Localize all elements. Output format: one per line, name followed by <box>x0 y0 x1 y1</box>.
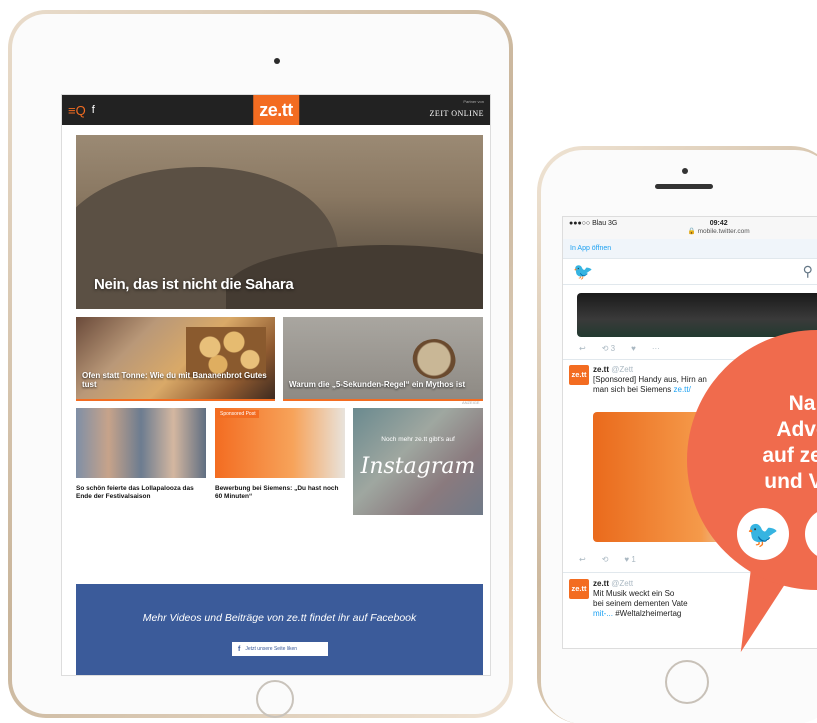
article-title-lollapalooza[interactable]: So schön feierte das Lollapalooza das En… <box>76 485 208 502</box>
like-icon[interactable]: ♥ <box>631 344 636 353</box>
tweet-text: Mit Musik weckt ein So <box>593 589 675 598</box>
tweet-actions: ↩ ⟲ 3 ♥ ··· <box>579 344 660 353</box>
ipad-home-button <box>256 680 294 718</box>
hero-article[interactable]: Nein, das ist nicht die Sahara <box>76 135 483 309</box>
tweet-media-image[interactable] <box>577 293 817 337</box>
status-bar: ●●●○○ Blau 3G 09:42 🔒 mobile.twitter.com <box>563 217 817 239</box>
promo-stage: ≡Q f ze.tt Partner von ZEIT ONLINE Nein,… <box>0 0 817 723</box>
article-card-bananenbrot[interactable]: Ofen statt Tonne: Wie du mit Bananenbrot… <box>76 317 275 401</box>
partner-small: Partner von <box>463 99 484 104</box>
instagram-logo: Instagram <box>360 454 476 479</box>
bubble-line: Na <box>788 392 816 415</box>
article-image <box>408 334 460 384</box>
article-image-lollapalooza[interactable] <box>76 408 206 478</box>
ipad-bezel: ≡Q f ze.tt Partner von ZEIT ONLINE Nein,… <box>12 14 509 718</box>
more-icon[interactable]: ··· <box>652 344 660 353</box>
tweet-text-2: bei seinem dementen Vate <box>593 599 688 608</box>
other-icon <box>805 508 817 560</box>
site-header: ≡Q f ze.tt Partner von ZEIT ONLINE <box>62 95 490 125</box>
article-card-5-sekunden[interactable]: Warum die „5-Sekunden-Regel“ ein Mythos … <box>283 317 483 401</box>
hero-title: Nein, das ist nicht die Sahara <box>94 276 294 293</box>
sponsored-badge: Sponsored Post <box>217 410 259 418</box>
menu-search-icon[interactable]: ≡Q <box>68 103 86 118</box>
twitter-header: 🐦 ⚲ ≡ <box>563 259 817 285</box>
instagram-promo-text: Noch mehr ze.tt gibt's auf <box>381 436 455 443</box>
ipad-camera <box>274 58 280 64</box>
reply-icon[interactable]: ↩ <box>579 344 586 353</box>
tweet-author[interactable]: ze.tt <box>593 579 609 588</box>
like-icon[interactable]: ♥ 1 <box>624 555 635 564</box>
article-image <box>186 327 266 377</box>
partner-label[interactable]: Partner von ZEIT ONLINE <box>430 100 484 120</box>
reply-icon[interactable]: ↩ <box>579 555 586 564</box>
avatar[interactable]: ze.tt <box>569 365 589 385</box>
clock: 09:42 <box>709 220 728 227</box>
tweet-handle: @Zett <box>611 579 634 588</box>
carrier-label: ●●●○○ Blau 3G <box>569 220 618 227</box>
ipad-screen: ≡Q f ze.tt Partner von ZEIT ONLINE Nein,… <box>61 94 491 676</box>
twitter-icon: 🐦 <box>737 508 789 560</box>
article-title: Warum die „5-Sekunden-Regel“ ein Mythos … <box>289 380 466 389</box>
tweet-actions: ↩ ⟲ ♥ 1 <box>579 555 636 564</box>
bubble-line: auf ze.tt <box>762 444 817 467</box>
tweet-author[interactable]: ze.tt <box>593 365 609 374</box>
bubble-line: Adve <box>776 418 817 441</box>
facebook-icon[interactable]: f <box>92 104 95 116</box>
retweet-icon[interactable]: ⟲ <box>602 555 609 564</box>
iphone-speaker <box>655 184 713 189</box>
open-app-link[interactable]: In App öffnen <box>570 245 611 252</box>
url-label: 🔒 mobile.twitter.com <box>687 227 750 235</box>
facebook-promo: Mehr Videos und Beiträge von ze.tt finde… <box>76 584 483 675</box>
article-title-siemens[interactable]: Bewerbung bei Siemens: „Du hast noch 60 … <box>215 485 347 502</box>
avatar[interactable]: ze.tt <box>569 579 589 599</box>
facebook-like-button[interactable]: f Jetzt unsere Seite liken <box>232 642 328 656</box>
search-icon[interactable]: ⚲ <box>803 263 813 280</box>
tweet-hashtag[interactable]: #Weltalzheimertag <box>615 609 681 618</box>
tweet-text: [Sponsored] Handy aus, Hirn an <box>593 375 707 384</box>
tweet-handle: @Zett <box>611 365 634 374</box>
open-app-banner: In App öffnen ✕ <box>563 239 817 259</box>
facebook-promo-text: Mehr Videos und Beiträge von ze.tt finde… <box>142 612 417 624</box>
tweet-text-2: man sich bei Siemens <box>593 385 672 394</box>
zett-logo[interactable]: ze.tt <box>253 95 299 125</box>
twitter-bird-icon[interactable]: 🐦 <box>573 262 593 282</box>
tweet-link[interactable]: mit-... <box>593 609 613 618</box>
article-title: Ofen statt Tonne: Wie du mit Bananenbrot… <box>82 371 267 389</box>
retweet-icon[interactable]: ⟲ 3 <box>602 344 615 353</box>
zeit-online-logo: ZEIT ONLINE <box>429 109 484 118</box>
facebook-like-label: Jetzt unsere Seite liken <box>245 646 298 652</box>
article-image-siemens[interactable]: Sponsored Post <box>215 408 345 478</box>
bubble-line: und Vic <box>764 470 817 493</box>
facebook-icon: f <box>238 645 241 653</box>
instagram-promo[interactable]: Noch mehr ze.tt gibt's auf Instagram <box>353 408 483 515</box>
anzeige-label: ANZEIGE <box>462 400 480 405</box>
ipad-device: ≡Q f ze.tt Partner von ZEIT ONLINE Nein,… <box>8 10 513 718</box>
iphone-camera <box>682 168 688 174</box>
iphone-home-button <box>665 660 709 704</box>
